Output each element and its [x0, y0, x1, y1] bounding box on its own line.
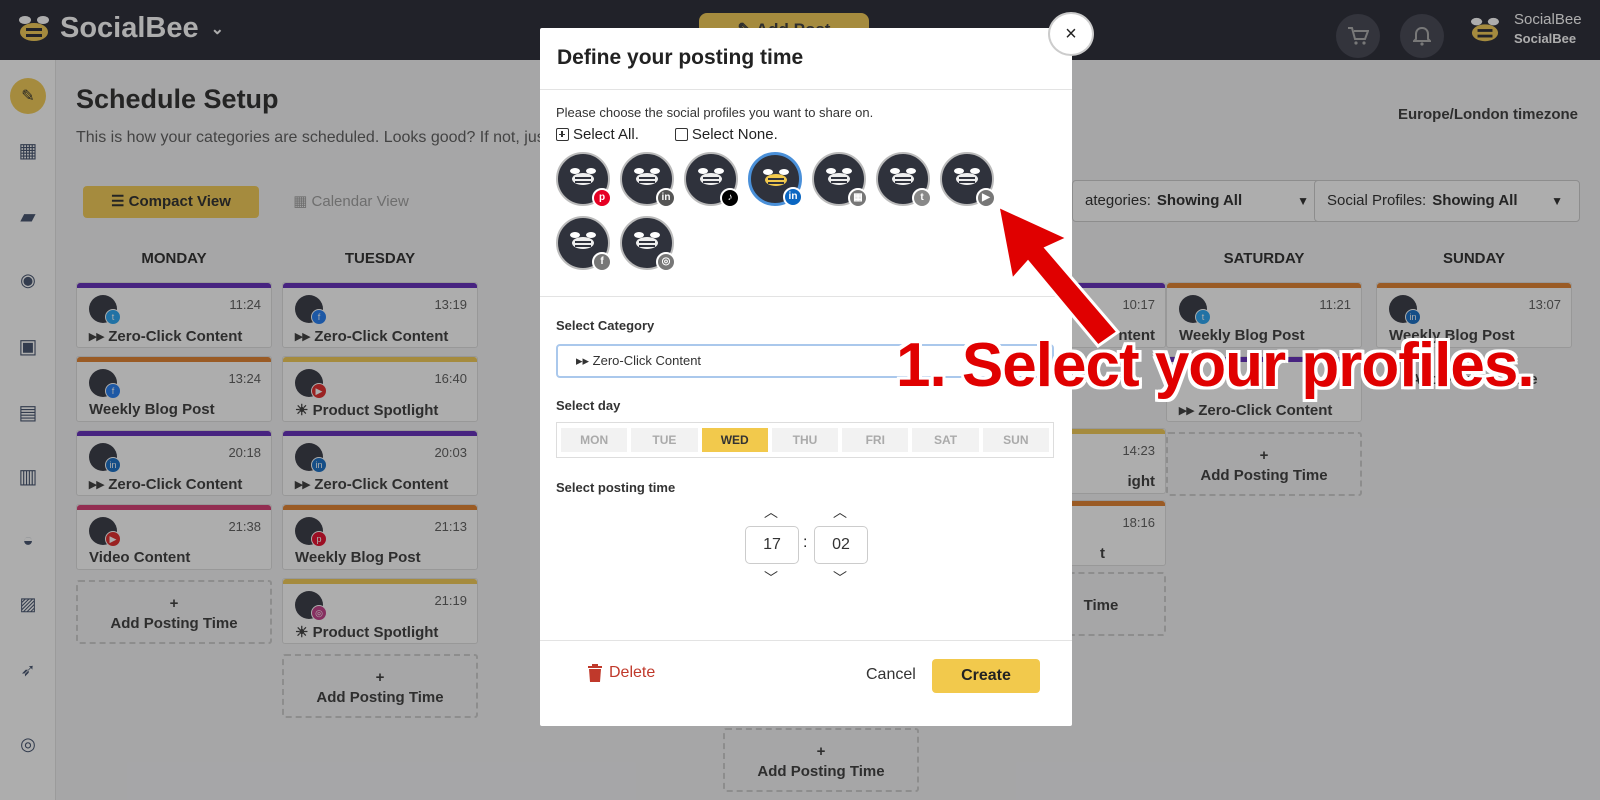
- time-label: Select posting time: [556, 480, 676, 495]
- bee-icon: [698, 168, 724, 185]
- bee-icon: [826, 168, 852, 185]
- divider: [540, 640, 1072, 641]
- profile-pinterest[interactable]: p: [556, 152, 612, 208]
- category-label: Select Category: [556, 318, 655, 333]
- day-option-fri[interactable]: FRI: [842, 428, 909, 452]
- google-business-icon: ▦: [848, 188, 868, 208]
- minute-input[interactable]: 02: [814, 526, 868, 564]
- bee-icon: [634, 232, 660, 249]
- close-modal-button[interactable]: ×: [1048, 12, 1094, 56]
- profile-linkedin[interactable]: in: [620, 152, 676, 208]
- profile-tiktok[interactable]: ♪: [684, 152, 740, 208]
- select-none-button[interactable]: Select None.: [674, 126, 778, 143]
- pinterest-icon: p: [592, 188, 612, 208]
- profile-youtube[interactable]: ▶: [940, 152, 996, 208]
- day-selector: MON TUE WED THU FRI SAT SUN: [556, 422, 1054, 458]
- trash-icon: [588, 664, 602, 682]
- time-separator: :: [803, 534, 808, 551]
- instruction-annotation: 1. Select your profiles.: [896, 331, 1535, 400]
- pointer-arrow-icon: [995, 203, 1121, 349]
- profile-instagram[interactable]: ◎: [620, 216, 676, 272]
- profile-linkedin[interactable]: in: [748, 152, 803, 207]
- day-option-thu[interactable]: THU: [771, 428, 839, 452]
- delete-button[interactable]: Delete: [587, 664, 655, 682]
- modal-title: Define your posting time: [557, 46, 804, 69]
- empty-square-icon: [674, 128, 688, 141]
- tiktok-icon: ♪: [720, 188, 740, 208]
- day-option-wed[interactable]: WED: [701, 428, 768, 452]
- day-option-sat[interactable]: SAT: [912, 428, 979, 452]
- minute-down-icon[interactable]: ﹀: [813, 568, 867, 588]
- linkedin-icon: in: [656, 188, 676, 208]
- hour-up-icon[interactable]: ︿: [744, 502, 798, 522]
- choose-profiles-text: Please choose the social profiles you wa…: [556, 105, 874, 120]
- day-option-mon[interactable]: MON: [561, 428, 628, 452]
- cancel-button[interactable]: Cancel: [866, 666, 916, 684]
- create-button[interactable]: Create: [932, 659, 1040, 693]
- minute-up-icon[interactable]: ︿: [813, 502, 867, 522]
- bee-icon: [634, 168, 660, 185]
- profile-google-business[interactable]: ▦: [812, 152, 868, 208]
- select-all-button[interactable]: Select All.: [556, 126, 639, 143]
- linkedin-icon: in: [783, 187, 803, 207]
- facebook-icon: f: [592, 252, 612, 272]
- divider: [540, 89, 1072, 90]
- instagram-icon: ◎: [656, 252, 676, 272]
- bee-icon: [763, 169, 789, 186]
- day-label: Select day: [556, 398, 621, 413]
- day-option-sun[interactable]: SUN: [982, 428, 1049, 452]
- hour-input[interactable]: 17: [745, 526, 799, 564]
- plus-square-icon: [556, 128, 569, 141]
- profile-facebook[interactable]: f: [556, 216, 612, 272]
- hour-down-icon[interactable]: ﹀: [744, 568, 798, 588]
- twitter-icon: t: [912, 188, 932, 208]
- bee-icon: [954, 168, 980, 185]
- bee-icon: [570, 232, 596, 249]
- day-option-tue[interactable]: TUE: [631, 428, 698, 452]
- profile-twitter[interactable]: t: [876, 152, 932, 208]
- bee-icon: [570, 168, 596, 185]
- bee-icon: [890, 168, 916, 185]
